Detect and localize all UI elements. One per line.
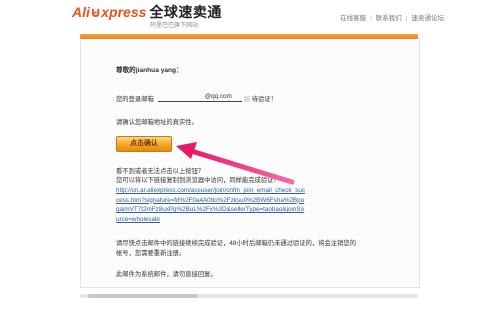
notice-line-1: 请尽快点击邮件中的链接继续完成验证，48小时后邮箱仍未通过验证的，将会注销您的 (116, 240, 356, 247)
shopping-cart-icon: ⊌ (89, 4, 102, 20)
email-mask (243, 96, 250, 102)
notice-line-2: 帐号，您需要重新注册。 (116, 250, 186, 257)
page-header: Ali⊌xpress 全球速卖通 阿里巴巴旗下网站 在线客服 | 联系我们 | 速卖通论坛 (0, 0, 500, 36)
horizontal-scrollbar[interactable] (80, 294, 418, 298)
top-nav: 在线客服 | 联系我们 | 速卖通论坛 (340, 12, 444, 22)
confirm-button[interactable]: 点击确认 (116, 136, 172, 152)
help-line-2: 您可以将以下链接复制到浏览器中访问，同样能完成验证！ (116, 177, 280, 184)
help-line-1: 看不到或者无法点击以上按钮？ (116, 168, 205, 175)
logo-chinese-title: 全球速卖通 (149, 4, 222, 20)
email-prefix: 您的登录邮箱 (116, 96, 154, 103)
email-address-value: @qq.com (204, 93, 232, 100)
confirm-prompt: 请确认您邮箱地址的真实性。 (116, 119, 198, 126)
logo-ali-text: Ali (72, 4, 90, 20)
logo-subtitle: 阿里巴巴旗下网站 (150, 23, 199, 29)
email-address-field: @qq.com (157, 93, 242, 102)
nav-online-service[interactable]: 在线客服 (340, 15, 366, 22)
system-mail-note: 此邮件为系统邮件，请勿直接回复。 (116, 271, 217, 278)
nav-separator: | (370, 15, 372, 22)
email-status-line: 您的登录邮箱 @qq.com 待验证！ (116, 93, 277, 104)
greeting: 尊敬的jianhua yang： (116, 67, 183, 74)
nav-forum[interactable]: 速卖通论坛 (412, 15, 445, 22)
nav-contact-us[interactable]: 联系我们 (376, 15, 402, 22)
scrollbar-thumb[interactable] (88, 294, 198, 298)
email-suffix: 待验证！ (251, 96, 277, 103)
logo-express-text: xpress (101, 4, 147, 20)
verification-link[interactable]: http://cn.ar.aliexpress.com/assuser/join… (116, 186, 306, 224)
nav-separator: | (405, 15, 408, 22)
